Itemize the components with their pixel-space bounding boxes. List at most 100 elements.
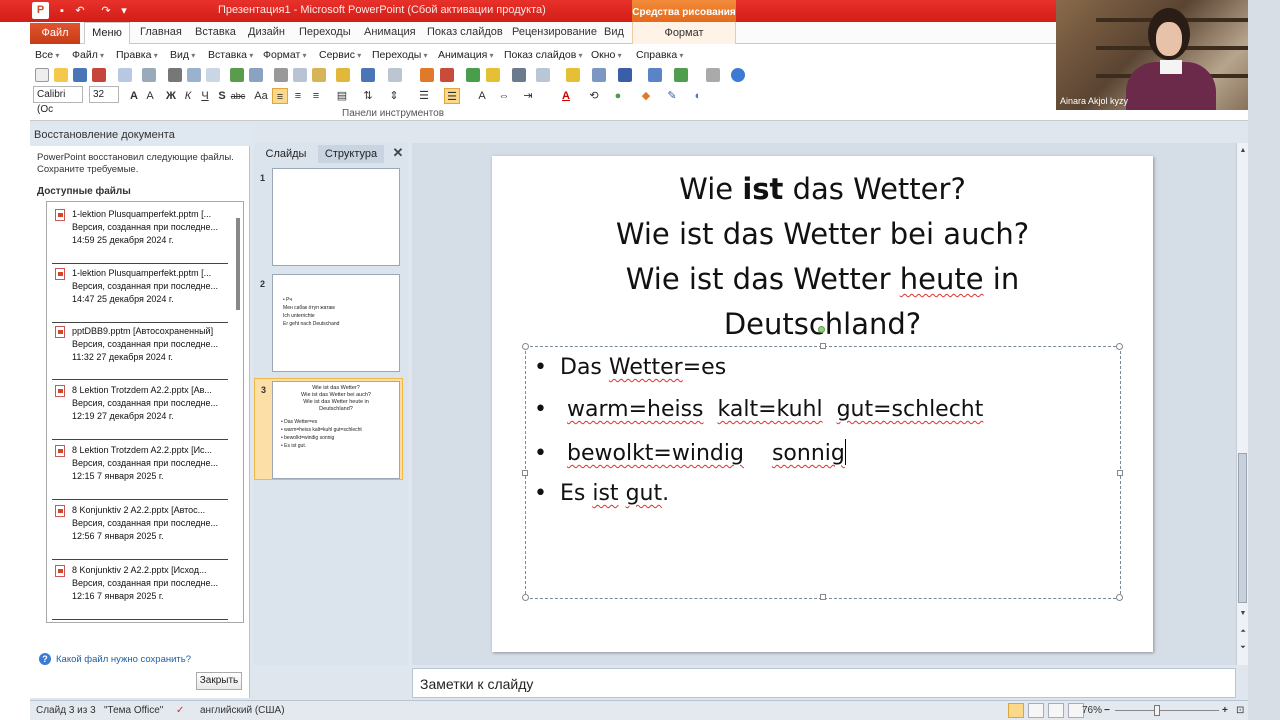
save-icon[interactable] [73, 68, 87, 82]
zoom-slider-track[interactable] [1115, 710, 1219, 711]
close-button[interactable]: Закрыть [196, 672, 242, 690]
research-icon[interactable] [249, 68, 263, 82]
recovered-file-item[interactable]: 1-lektion Plusquamperfekt.pptm [... Верс… [52, 265, 228, 323]
open-icon[interactable] [54, 68, 68, 82]
notes-pane[interactable]: Заметки к слайду [412, 668, 1236, 698]
font-size-field[interactable]: 32 [89, 86, 119, 103]
spacing-button[interactable]: ⇔ [496, 88, 512, 104]
recovered-file-item[interactable]: pptDBB9.pptm [Автосохраненный] Версия, с… [52, 322, 228, 380]
strikethrough-button[interactable]: abc [230, 88, 246, 104]
slide-title-line-2[interactable]: Wie ist das Wetter bei auch? [492, 217, 1153, 251]
copy-icon[interactable] [293, 68, 307, 82]
file-list-scrollbar[interactable] [236, 218, 240, 310]
vertical-scrollbar[interactable]: ▲ ▼ ⏶ ⏷ [1236, 143, 1248, 665]
layout-icon[interactable] [536, 68, 550, 82]
theme-name[interactable]: "Тема Office" [104, 705, 163, 716]
bullet-item[interactable]: • Das Wetter=es [534, 355, 726, 380]
previous-slide-icon[interactable]: ⏶ [1238, 627, 1248, 637]
smartart-icon[interactable] [440, 68, 454, 82]
fit-to-window-icon[interactable]: ⊡ [1236, 705, 1244, 716]
zoom-icon[interactable] [706, 68, 720, 82]
recovered-file-item[interactable]: 8 Lektion Trotzdem A2.2.pptx [Ав... Верс… [52, 382, 228, 440]
paste-icon[interactable] [312, 68, 326, 82]
tab-design[interactable]: Дизайн [248, 26, 285, 38]
tab-file[interactable]: Файл [30, 23, 80, 44]
resize-handle[interactable] [1117, 470, 1123, 476]
help-icon[interactable] [731, 68, 745, 82]
resize-handle[interactable] [522, 343, 529, 350]
columns-button[interactable]: ▤ [334, 88, 350, 104]
resize-handle[interactable] [820, 343, 826, 349]
table-icon[interactable] [512, 68, 526, 82]
resize-handle[interactable] [522, 594, 529, 601]
menu-insert[interactable]: Вставка [208, 49, 253, 61]
menu-file[interactable]: Файл [72, 49, 104, 61]
customize-toolbar-icon[interactable]: ▾ [116, 3, 132, 19]
rotation-handle[interactable] [818, 326, 825, 333]
zoom-in-button[interactable]: + [1222, 705, 1228, 716]
bullet-item[interactable]: • bewolkt=windig sonnig [534, 439, 846, 466]
menu-view[interactable]: Вид [170, 49, 195, 61]
align-right-button[interactable]: ≡ [308, 88, 324, 104]
clear-format-button[interactable]: ⟲ [586, 88, 602, 104]
effects-button[interactable]: ◐ [690, 88, 706, 104]
tab-slideshow[interactable]: Показ слайдов [427, 26, 503, 38]
outline-color-button[interactable]: ✎ [664, 88, 680, 104]
menu-help[interactable]: Справка [636, 49, 683, 61]
slide-thumbnail-3[interactable]: Wie ist das Wetter? Wie ist das Wetter b… [272, 381, 400, 479]
resize-handle[interactable] [522, 470, 528, 476]
spelling-status-icon[interactable]: ✓ [176, 705, 184, 716]
scroll-down-icon[interactable]: ▼ [1238, 609, 1248, 619]
language-indicator[interactable]: английский (США) [200, 705, 285, 716]
hyperlink-icon[interactable] [466, 68, 480, 82]
increase-font-button[interactable]: A [474, 88, 490, 104]
redo-icon[interactable]: ↷ [98, 3, 114, 19]
menu-animation[interactable]: Анимация [438, 49, 494, 61]
tab-outline[interactable]: Структура [318, 145, 384, 163]
cut-icon[interactable] [274, 68, 288, 82]
print-preview-icon[interactable] [118, 68, 132, 82]
scrollbar-thumb[interactable] [1238, 453, 1247, 603]
pdf-icon[interactable] [92, 68, 106, 82]
tab-menu[interactable]: Меню [84, 22, 130, 45]
shape-style-button[interactable]: ● [610, 88, 626, 104]
scroll-up-icon[interactable]: ▲ [1238, 146, 1248, 156]
fill-color-button[interactable]: ◆ [638, 88, 654, 104]
zoom-level[interactable]: 76% [1082, 705, 1102, 716]
slide-thumbnail-2[interactable]: • Рч Мен сабак óтуп жатам Ich unterricht… [272, 274, 400, 372]
display-icon[interactable] [206, 68, 220, 82]
resize-handle[interactable] [820, 594, 826, 600]
menu-all[interactable]: Все [35, 49, 59, 61]
new-slide-icon[interactable] [566, 68, 580, 82]
bullet-item[interactable]: • Es ist gut. [534, 481, 669, 506]
shadow-button[interactable]: S [214, 88, 230, 104]
tab-transitions[interactable]: Переходы [299, 26, 351, 38]
help-link[interactable]: ? Какой файл нужно сохранить? [39, 653, 191, 665]
bold-button[interactable]: Ж [163, 88, 179, 104]
slide-sorter-icon[interactable] [592, 68, 606, 82]
menu-slideshow[interactable]: Показ слайдов [504, 49, 583, 61]
undo-icon[interactable]: ↶ [72, 3, 88, 19]
bullets-button[interactable]: ☰ [416, 88, 432, 104]
zoom-out-button[interactable]: − [1104, 705, 1110, 716]
italic-button[interactable]: К [180, 88, 196, 104]
align-text-button[interactable]: ⇕ [386, 88, 402, 104]
tab-view[interactable]: Вид [604, 26, 624, 38]
arrange-icon[interactable] [648, 68, 662, 82]
zoom-slider-thumb[interactable] [1154, 705, 1160, 716]
current-slide[interactable]: Wie ist das Wetter? Wie ist das Wetter b… [492, 156, 1153, 652]
underline-button[interactable]: Ч [197, 88, 213, 104]
recovered-file-item[interactable]: 8 Lektion Trotzdem A2.2.pptx [Ис... Верс… [52, 442, 228, 500]
recovered-file-item[interactable]: 1-lektion Plusquamperfekt.pptm [... Верс… [52, 206, 228, 264]
tab-animation[interactable]: Анимация [364, 26, 416, 38]
slide-sorter-view-icon[interactable] [1028, 703, 1044, 718]
font-grow-button[interactable]: A [126, 88, 142, 104]
menu-format[interactable]: Формат [263, 49, 307, 61]
bullet-item[interactable]: • warm=heiss kalt=kuhl gut=schlecht [534, 397, 983, 422]
tab-review[interactable]: Рецензирование [512, 26, 597, 38]
powerpoint-icon[interactable]: P [32, 2, 49, 19]
content-placeholder[interactable]: • Das Wetter=es • warm=heiss kalt=kuhl gu… [522, 343, 1123, 601]
tab-format[interactable]: Формат [632, 22, 736, 44]
shapes-icon[interactable] [486, 68, 500, 82]
reading-view-icon[interactable] [1048, 703, 1064, 718]
